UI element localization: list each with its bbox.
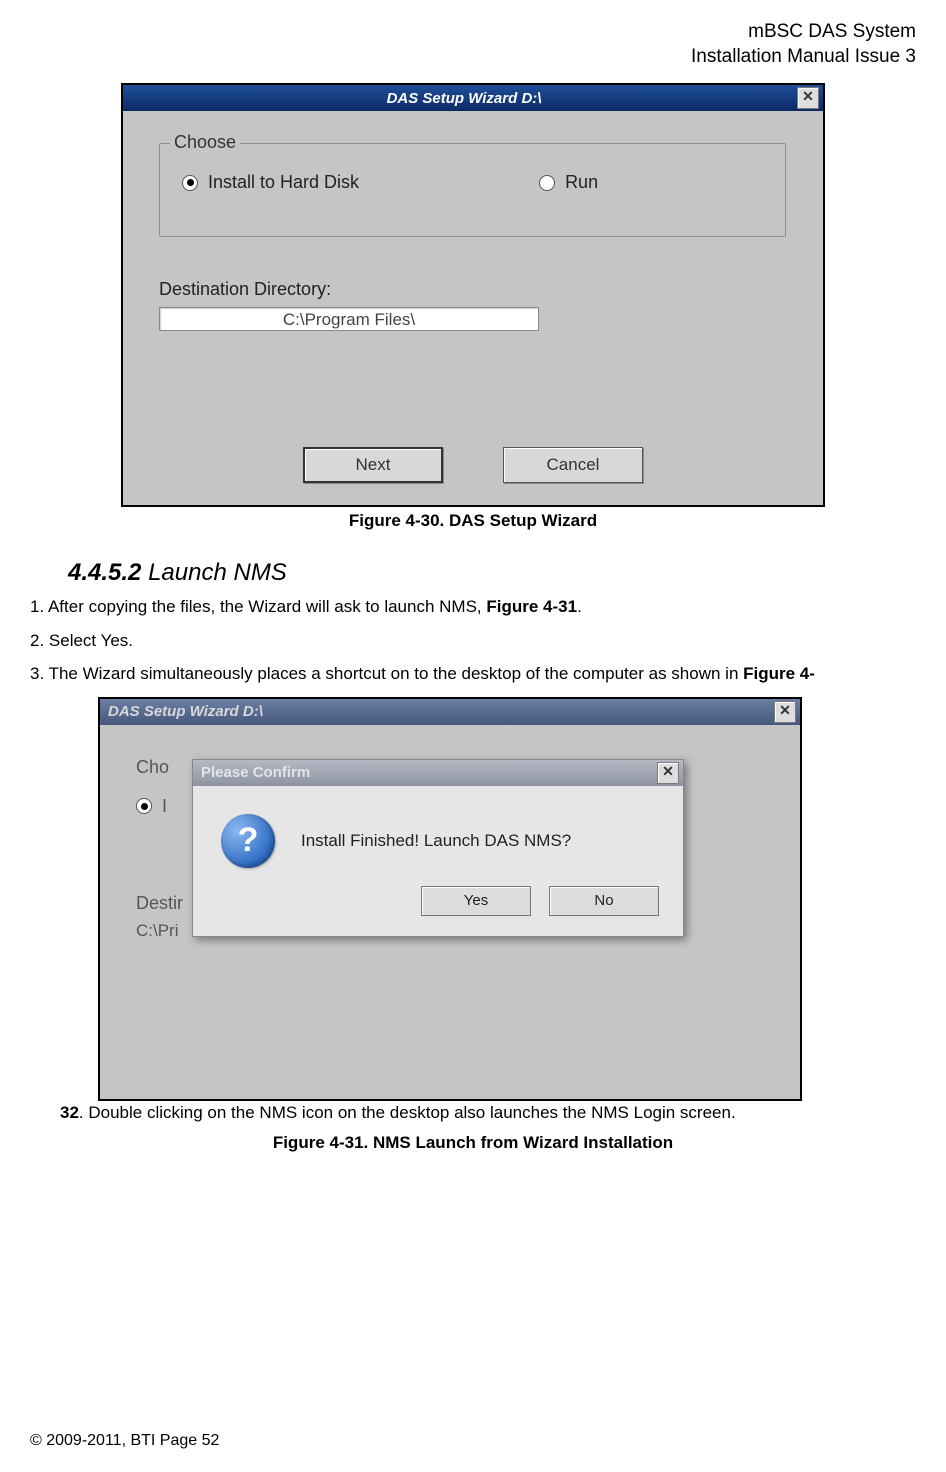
radio-install-hard-disk[interactable]: Install to Hard Disk — [182, 172, 359, 193]
page-footer: © 2009-2011, BTI Page 52 — [30, 1432, 219, 1450]
stub-text: C:\Pri — [136, 921, 179, 941]
title-bar: DAS Setup Wizard D:\ ✕ — [123, 85, 823, 111]
cancel-button[interactable]: Cancel — [503, 447, 643, 483]
title-bar: Please Confirm ✕ — [193, 760, 683, 786]
step-1: 1. After copying the files, the Wizard w… — [30, 593, 916, 620]
dialog-title: Please Confirm — [197, 764, 657, 781]
radio-label: Install to Hard Disk — [208, 172, 359, 193]
window-title: DAS Setup Wizard D:\ — [127, 90, 797, 107]
destination-input[interactable]: C:\Program Files\ — [159, 307, 539, 331]
radio-icon — [182, 175, 198, 191]
step-3-continued: 32. Double clicking on the NMS icon on t… — [60, 1103, 916, 1123]
radio-run[interactable]: Run — [539, 172, 598, 193]
header-line1: mBSC DAS System — [30, 20, 916, 45]
stub-text: Destir — [136, 893, 183, 914]
radio-icon — [136, 798, 152, 814]
header-line2: Installation Manual Issue 3 — [30, 45, 916, 70]
no-button[interactable]: No — [549, 886, 659, 916]
window-title: DAS Setup Wizard D:\ — [104, 703, 774, 720]
yes-button[interactable]: Yes — [421, 886, 531, 916]
instruction-list: 1. After copying the files, the Wizard w… — [30, 593, 916, 687]
step-3: 3. The Wizard simultaneously places a sh… — [30, 660, 916, 687]
close-icon[interactable]: ✕ — [797, 87, 819, 109]
question-icon: ? — [221, 814, 275, 868]
page-header: mBSC DAS System Installation Manual Issu… — [30, 20, 916, 69]
please-confirm-dialog: Please Confirm ✕ ? Install Finished! Lau… — [192, 759, 684, 937]
close-icon[interactable]: ✕ — [657, 762, 679, 784]
destination-label: Destination Directory: — [159, 279, 331, 300]
next-button[interactable]: Next — [303, 447, 443, 483]
radio-label: Run — [565, 172, 598, 193]
title-bar: DAS Setup Wizard D:\ ✕ — [100, 699, 800, 725]
figure-caption: Figure 4-31. NMS Launch from Wizard Inst… — [30, 1133, 916, 1153]
section-number: 4.4.5.2 — [68, 559, 141, 586]
das-setup-wizard-window-bg: DAS Setup Wizard D:\ ✕ Cho I Destir C:\P… — [98, 697, 802, 1101]
das-setup-wizard-window: DAS Setup Wizard D:\ ✕ Choose Install to… — [121, 83, 825, 507]
section-heading: 4.4.5.2 Launch NMS — [68, 559, 916, 587]
figure-caption: Figure 4-30. DAS Setup Wizard — [30, 511, 916, 531]
step-2: 2. Select Yes. — [30, 627, 916, 654]
section-title: Launch NMS — [141, 559, 286, 586]
dialog-message: Install Finished! Launch DAS NMS? — [301, 831, 571, 851]
groupbox-label: Choose — [170, 132, 240, 153]
choose-groupbox: Choose Install to Hard Disk Run — [159, 143, 786, 237]
radio-icon — [539, 175, 555, 191]
close-icon[interactable]: ✕ — [774, 701, 796, 723]
